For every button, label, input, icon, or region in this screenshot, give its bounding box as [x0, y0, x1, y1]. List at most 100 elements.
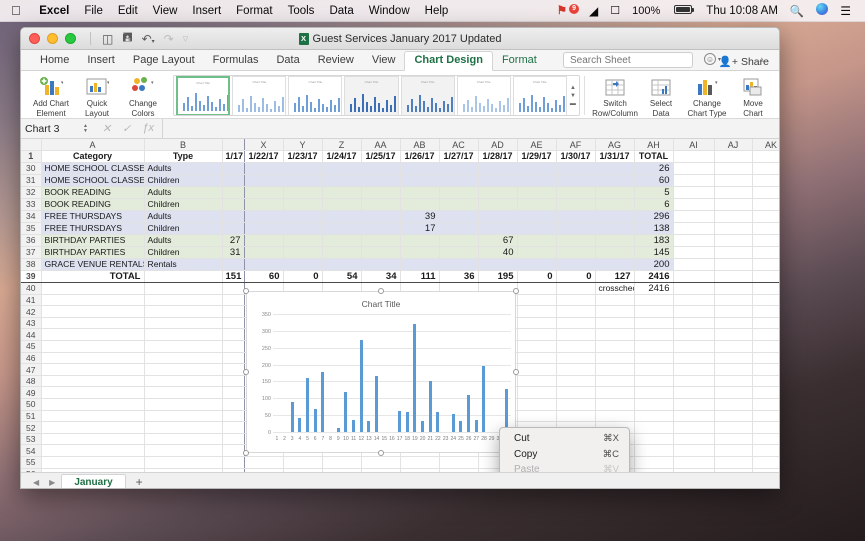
- cell-empty[interactable]: [595, 375, 635, 388]
- insert-function-icon[interactable]: ƒx: [142, 122, 154, 135]
- resize-handle-ne[interactable]: [513, 288, 519, 294]
- cell-category[interactable]: BIRTHDAY PARTIES: [41, 234, 145, 247]
- cell-empty[interactable]: [714, 282, 753, 295]
- cell-empty[interactable]: [556, 375, 596, 388]
- cell-empty[interactable]: [673, 317, 715, 330]
- cell-empty[interactable]: [752, 246, 779, 259]
- cell-total-value[interactable]: 36: [439, 269, 479, 283]
- select-data-button[interactable]: Select Data: [638, 73, 684, 119]
- cell-empty[interactable]: [222, 375, 245, 388]
- cell-empty[interactable]: [634, 456, 674, 469]
- cell-value[interactable]: [478, 198, 518, 211]
- cell-empty[interactable]: [752, 186, 779, 199]
- cell-value[interactable]: [322, 198, 362, 211]
- cell-value[interactable]: [478, 186, 518, 199]
- cell-empty[interactable]: [41, 328, 145, 342]
- cell-empty[interactable]: [752, 198, 779, 211]
- cell-value[interactable]: 39: [400, 210, 440, 223]
- column-header-z[interactable]: Z: [322, 139, 362, 152]
- chart-bar[interactable]: [304, 314, 312, 432]
- cell-w1[interactable]: 1/17: [222, 150, 245, 163]
- cell-value[interactable]: [556, 234, 596, 247]
- cell-total-value[interactable]: 0: [556, 269, 596, 283]
- empty-row[interactable]: 56: [21, 468, 779, 472]
- chart-bar[interactable]: [281, 314, 289, 432]
- cell-ad1[interactable]: 1/28/17: [478, 150, 518, 163]
- cell-value[interactable]: [361, 162, 401, 175]
- cell-value[interactable]: [222, 198, 245, 211]
- cell-empty[interactable]: [517, 317, 557, 330]
- cell-value[interactable]: [595, 186, 635, 199]
- cell-empty[interactable]: [673, 398, 715, 411]
- cell-type[interactable]: Adults: [144, 210, 223, 223]
- cell-ai1[interactable]: [673, 150, 715, 163]
- cell-empty[interactable]: [41, 456, 145, 469]
- add-sheet-button[interactable]: +: [128, 475, 151, 488]
- cell-value[interactable]: [222, 222, 245, 235]
- cell-empty[interactable]: [556, 328, 596, 342]
- cell-empty[interactable]: [752, 363, 779, 376]
- cell-empty[interactable]: [634, 294, 674, 307]
- cell-empty[interactable]: [144, 269, 223, 283]
- menu-item-data[interactable]: Data: [322, 5, 361, 17]
- row-header[interactable]: 53: [21, 433, 42, 446]
- cell-empty[interactable]: [714, 340, 753, 353]
- cell-total-value[interactable]: 195: [478, 269, 518, 283]
- chart-context-menu[interactable]: Cut⌘XCopy⌘CPaste⌘VReset to Match StyleFo…: [499, 427, 630, 472]
- collapse-ribbon-icon[interactable]: ▵: [759, 54, 764, 65]
- chart-bar[interactable]: [411, 314, 419, 432]
- cell-empty[interactable]: [517, 282, 557, 295]
- cell-category[interactable]: BOOK READING: [41, 186, 145, 199]
- cell-value[interactable]: [439, 162, 479, 175]
- row-header[interactable]: 38: [21, 258, 42, 271]
- cell-empty[interactable]: [517, 386, 557, 400]
- name-box-spinner[interactable]: ▲ ▼: [83, 123, 88, 134]
- table-row[interactable]: 38 GRACE VENUE RENTALS Rentals 200: [21, 258, 779, 271]
- cell-empty[interactable]: [222, 456, 245, 469]
- cell-empty[interactable]: [144, 282, 223, 295]
- row-header[interactable]: 47: [21, 363, 42, 376]
- cell-value[interactable]: [361, 222, 401, 235]
- cell-empty[interactable]: [41, 421, 145, 434]
- cell-value[interactable]: [244, 198, 284, 211]
- cell-empty[interactable]: [517, 340, 557, 353]
- add-chart-element-button[interactable]: ▾ Add Chart Element: [28, 73, 74, 119]
- cell-value[interactable]: [322, 210, 362, 223]
- chart-bar[interactable]: [334, 314, 342, 432]
- chart-style-thumbnail[interactable]: Chart Title: [456, 76, 511, 115]
- resize-handle-s[interactable]: [378, 450, 384, 456]
- cell-empty[interactable]: [714, 468, 753, 472]
- cell-total-value[interactable]: 151: [222, 269, 245, 283]
- cell-value[interactable]: [322, 186, 362, 199]
- cell-ak1[interactable]: [752, 150, 779, 163]
- cell-empty[interactable]: [517, 375, 557, 388]
- cell-empty[interactable]: [634, 352, 674, 365]
- cell-empty[interactable]: [517, 305, 557, 318]
- column-header-ak[interactable]: AK: [752, 139, 779, 152]
- column-header-b[interactable]: B: [144, 139, 223, 152]
- column-header-y[interactable]: Y: [283, 139, 323, 152]
- cell-value[interactable]: [361, 174, 401, 187]
- cell-ag1[interactable]: 1/31/17: [595, 150, 635, 163]
- cell-total[interactable]: 296: [634, 210, 674, 223]
- cell-empty[interactable]: [752, 282, 779, 295]
- chart-title[interactable]: Chart Title: [247, 299, 515, 309]
- chart-bar[interactable]: [480, 314, 488, 432]
- cell-b1[interactable]: Type: [144, 150, 223, 163]
- cell-empty[interactable]: [752, 410, 779, 423]
- cell-empty[interactable]: [595, 410, 635, 423]
- cell-empty[interactable]: [714, 352, 753, 365]
- cell-empty[interactable]: [673, 222, 715, 235]
- row-header[interactable]: 31: [21, 174, 42, 187]
- cell-empty[interactable]: [556, 294, 596, 307]
- cell-value[interactable]: [244, 234, 284, 247]
- cell-empty[interactable]: [634, 375, 674, 388]
- cell-value[interactable]: [556, 186, 596, 199]
- cell-empty[interactable]: [517, 328, 557, 342]
- column-header-aj[interactable]: AJ: [714, 139, 753, 152]
- row-header[interactable]: 37: [21, 246, 42, 259]
- cell-category[interactable]: HOME SCHOOL CLASSES: [41, 162, 145, 175]
- cell-empty[interactable]: [714, 433, 753, 446]
- cell-z1[interactable]: 1/24/17: [322, 150, 362, 163]
- cell-empty[interactable]: [595, 294, 635, 307]
